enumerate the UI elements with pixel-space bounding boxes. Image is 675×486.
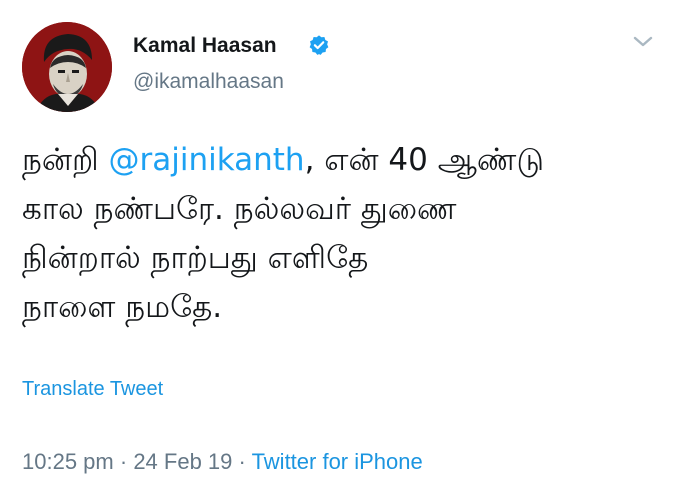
tweet-text: நன்றி @rajinikanth, என் 40 ஆண்டு கால நண்… (22, 136, 662, 332)
tweet-date[interactable]: 24 Feb 19 (133, 449, 232, 474)
tweet-line: நன்றி @rajinikanth, என் 40 ஆண்டு (22, 136, 662, 185)
tweet-text-segment: , என் 40 ஆண்டு (304, 142, 545, 178)
meta-separator: · (119, 449, 128, 474)
tweet-line: நாளை நமதே. (22, 289, 223, 325)
meta-separator: · (238, 449, 246, 474)
tweet-source-link[interactable]: Twitter for iPhone (252, 449, 423, 474)
avatar[interactable] (22, 22, 112, 112)
tweet-text-segment: நன்றி (22, 142, 109, 178)
tweet-line: நின்றால் நாற்பது எளிதே (22, 240, 369, 276)
translate-tweet-link[interactable]: Translate Tweet (22, 378, 163, 401)
chevron-down-icon[interactable] (632, 34, 654, 50)
tweet-time[interactable]: 10:25 pm (22, 449, 114, 474)
mention-link[interactable]: @rajinikanth (108, 142, 304, 178)
user-handle[interactable]: @ikamalhaasan (133, 70, 284, 94)
tweet-card: Kamal Haasan @ikamalhaasan நன்றி @rajini… (0, 0, 675, 486)
verified-badge-icon (309, 35, 329, 55)
portrait-avatar-icon (22, 22, 112, 112)
tweet-line: கால நண்பரே. நல்லவர் துணை (22, 191, 457, 227)
display-name[interactable]: Kamal Haasan (133, 34, 277, 58)
tweet-metadata: 10:25 pm · 24 Feb 19 · Twitter for iPhon… (22, 449, 423, 475)
